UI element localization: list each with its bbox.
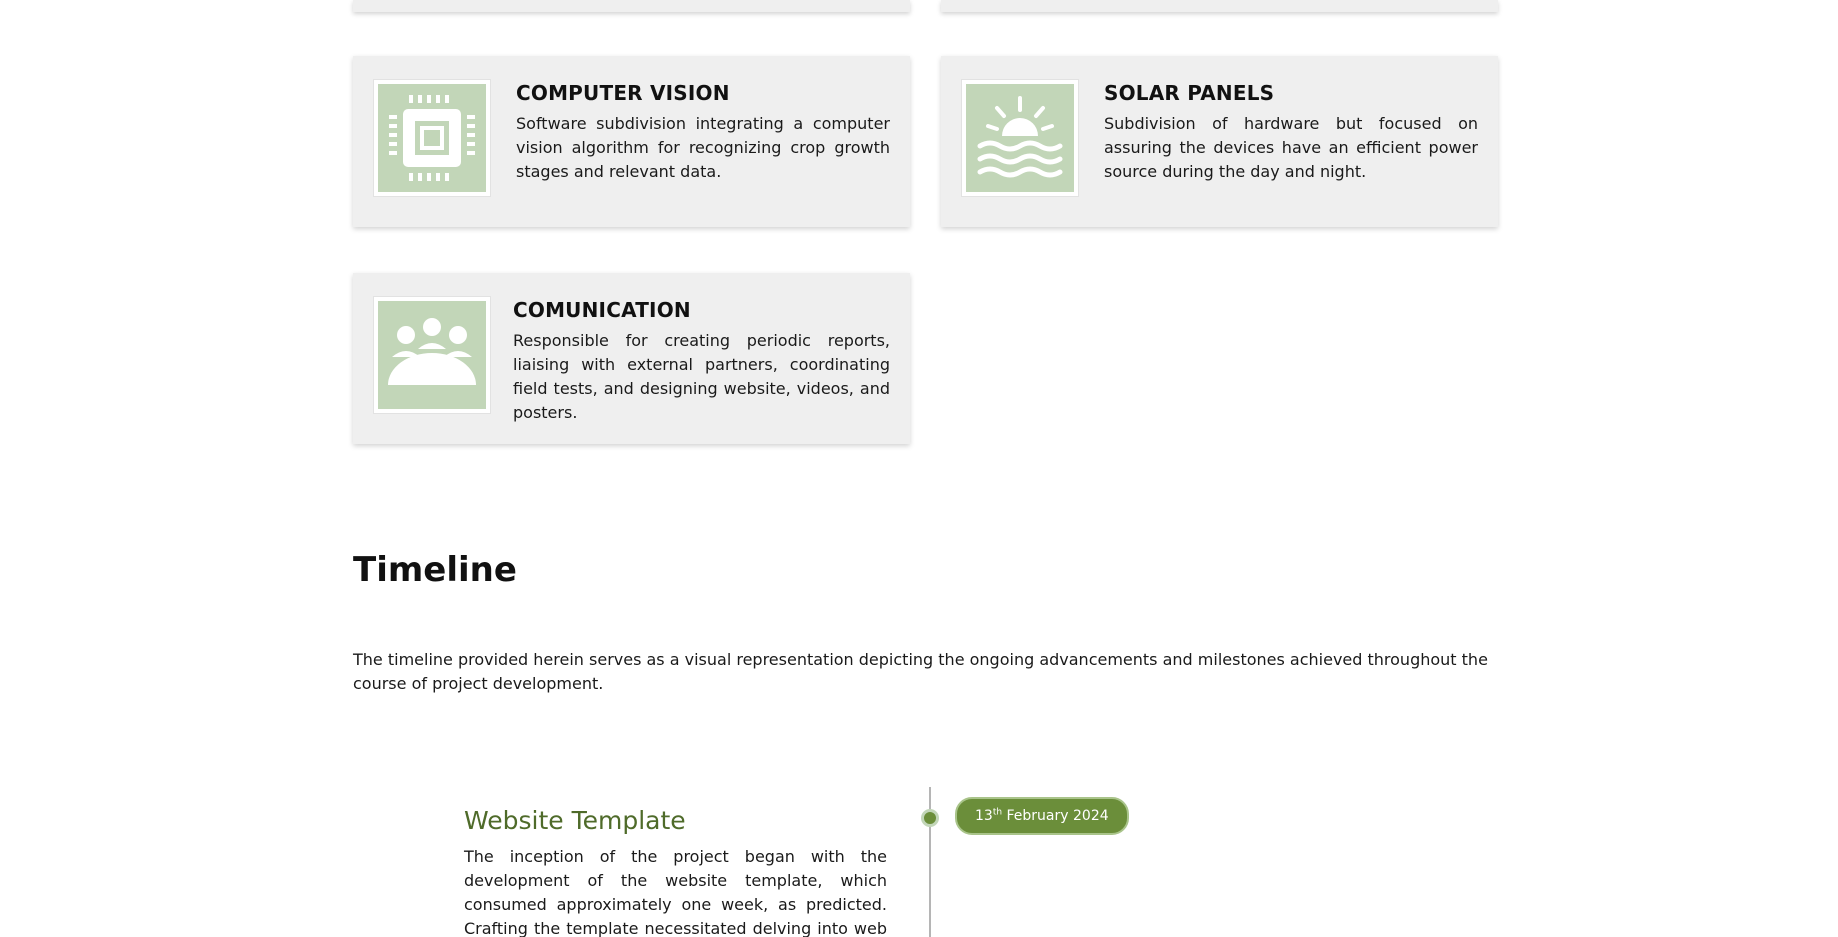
card-description: Software subdivision integrating a compu… — [516, 114, 890, 181]
section-title: Timeline — [353, 550, 517, 590]
timeline-entry-title: Website Template — [464, 806, 686, 835]
card-stub-right — [941, 0, 1498, 12]
sunset-icon — [962, 80, 1078, 196]
card-description: Responsible for creating periodic report… — [513, 331, 890, 422]
chip-icon — [374, 80, 490, 196]
date-rest: February 2024 — [1002, 808, 1109, 824]
timeline-date-badge: 13th February 2024 — [955, 797, 1129, 835]
date-suffix: th — [992, 807, 1003, 818]
card-computer-vision: COMPUTER VISION Software subdivision int… — [353, 56, 910, 227]
group-icon — [374, 297, 490, 413]
card-title: COMUNICATION — [513, 298, 691, 322]
card-title: COMPUTER VISION — [516, 81, 730, 105]
card-comunication: COMUNICATION Responsible for creating pe… — [353, 273, 910, 444]
section-intro: The timeline provided herein serves as a… — [353, 650, 1488, 693]
card-title: SOLAR PANELS — [1104, 81, 1275, 105]
page: COMPUTER VISION Software subdivision int… — [0, 0, 1838, 937]
card-stub-left — [353, 0, 910, 12]
card-description: Subdivision of hardware but focused on a… — [1104, 114, 1478, 181]
timeline-entry-text: The inception of the project began with … — [464, 847, 887, 937]
date-day: 13 — [975, 808, 993, 824]
card-solar-panels: SOLAR PANELS Subdivision of hardware but… — [941, 56, 1498, 227]
timeline-dot — [921, 809, 939, 827]
